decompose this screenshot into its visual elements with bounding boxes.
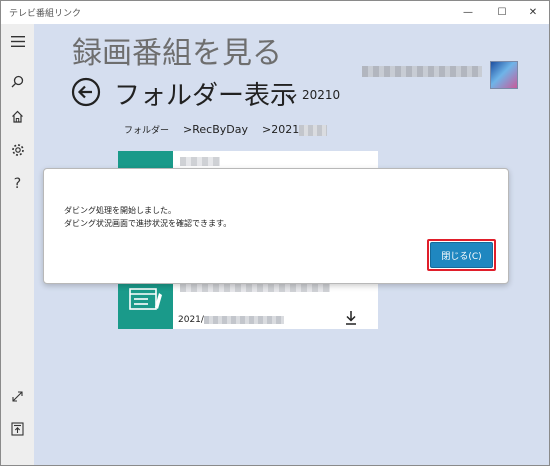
dubbing-dialog: ダビング処理を開始しました。 ダビング状況画面で進捗状況を確認できます。 閉じる… [43,168,509,284]
blurred-text [203,315,284,324]
hamburger-icon[interactable] [1,29,34,53]
gear-icon[interactable] [1,138,34,162]
recording-thumbnail [118,277,173,329]
title-bar: テレビ番組リンク — ☐ ✕ [1,1,549,24]
breadcrumb-current-label: >2021 [261,123,300,136]
folder-view-title: フォルダー表示 [114,81,297,111]
app-title: テレビ番組リンク [9,9,82,19]
breadcrumb-root[interactable]: フォルダー [124,123,169,136]
dialog-message-line1: ダビング処理を開始しました。 [64,206,176,215]
blurred-text [180,283,330,292]
upload-icon[interactable] [1,417,34,441]
minimize-button[interactable]: — [451,1,485,24]
breadcrumb-current[interactable]: >2021 [261,123,328,136]
breadcrumb: フォルダー >RecByDay >2021 [124,123,328,136]
page-title: 録画番組を見る [72,36,282,71]
back-button[interactable] [71,77,101,107]
breadcrumb-recbyday[interactable]: >RecByDay [183,123,248,136]
avatar[interactable] [490,61,518,89]
close-window-button[interactable]: ✕ [516,1,549,24]
expand-icon[interactable] [1,384,34,408]
blurred-text [180,157,220,166]
blurred-text [299,124,328,136]
maximize-button[interactable]: ☐ [485,1,519,24]
recording-card[interactable]: 2021/ [118,277,378,329]
sidebar: ? [1,24,34,465]
search-icon[interactable] [1,69,34,93]
dialog-message-line2: ダビング状況画面で進捗状況を確認できます。 [64,219,232,228]
app-window: テレビ番組リンク — ☐ ✕ ? 録画番組を見る フォルダー表示 20210 フ… [0,0,550,466]
program-list-icon [129,288,162,310]
close-button[interactable]: 閉じる(C) [430,242,493,268]
help-icon[interactable]: ? [1,172,34,196]
download-icon[interactable] [344,310,358,326]
user-name-blurred [362,66,482,77]
folder-subtitle: 20210 [302,88,341,102]
recording-date: 2021/ [178,315,284,325]
home-icon[interactable] [1,104,34,128]
recording-date-prefix: 2021/ [178,315,204,325]
chevron-down-icon[interactable] [285,86,297,105]
